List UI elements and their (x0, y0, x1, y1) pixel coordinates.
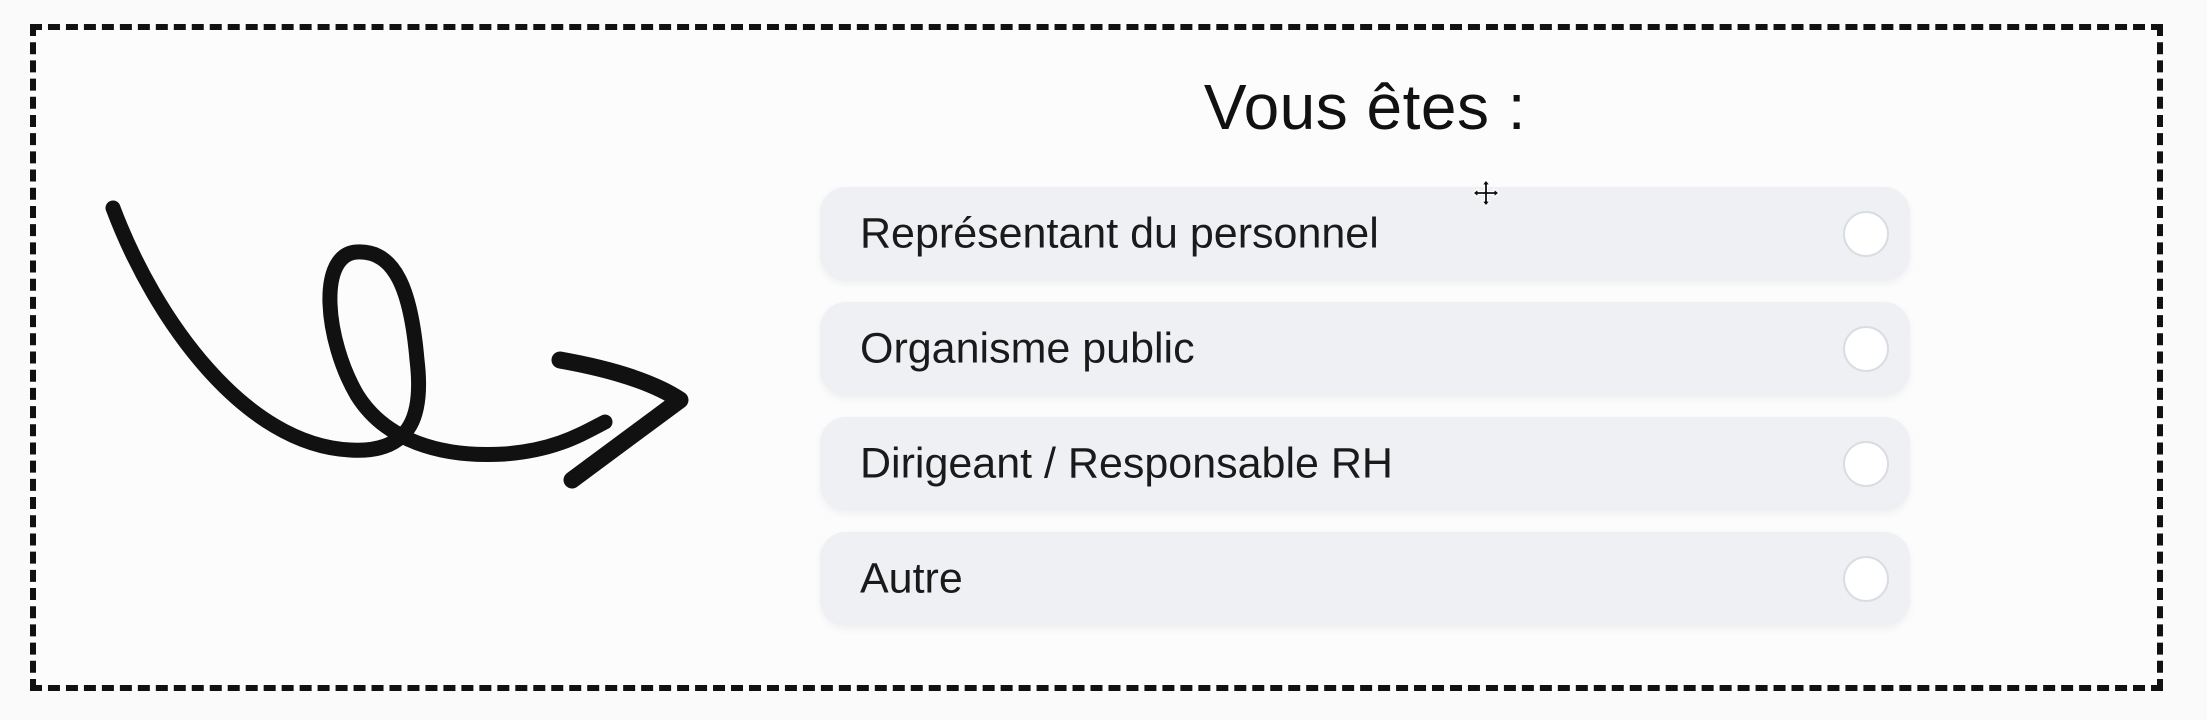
option-label: Organisme public (860, 324, 1195, 373)
option-label: Autre (860, 554, 963, 603)
option-autre[interactable]: Autre (820, 532, 1910, 626)
option-label: Dirigeant / Responsable RH (860, 439, 1393, 488)
option-representant-du-personnel[interactable]: Représentant du personnel (820, 187, 1910, 281)
option-dirigeant-responsable-rh[interactable]: Dirigeant / Responsable RH (820, 417, 1910, 511)
options-list: Représentant du personnel Organisme publ… (820, 187, 1910, 647)
form-title: Vous êtes : (1203, 71, 1527, 143)
radio-button[interactable] (1843, 326, 1889, 372)
radio-button[interactable] (1843, 211, 1889, 257)
option-organisme-public[interactable]: Organisme public (820, 302, 1910, 396)
radio-button[interactable] (1843, 441, 1889, 487)
hand-drawn-loop-arrow-icon (105, 200, 689, 489)
radio-button[interactable] (1843, 556, 1889, 602)
move-cursor-icon (1472, 179, 1500, 207)
option-label: Représentant du personnel (860, 209, 1379, 258)
